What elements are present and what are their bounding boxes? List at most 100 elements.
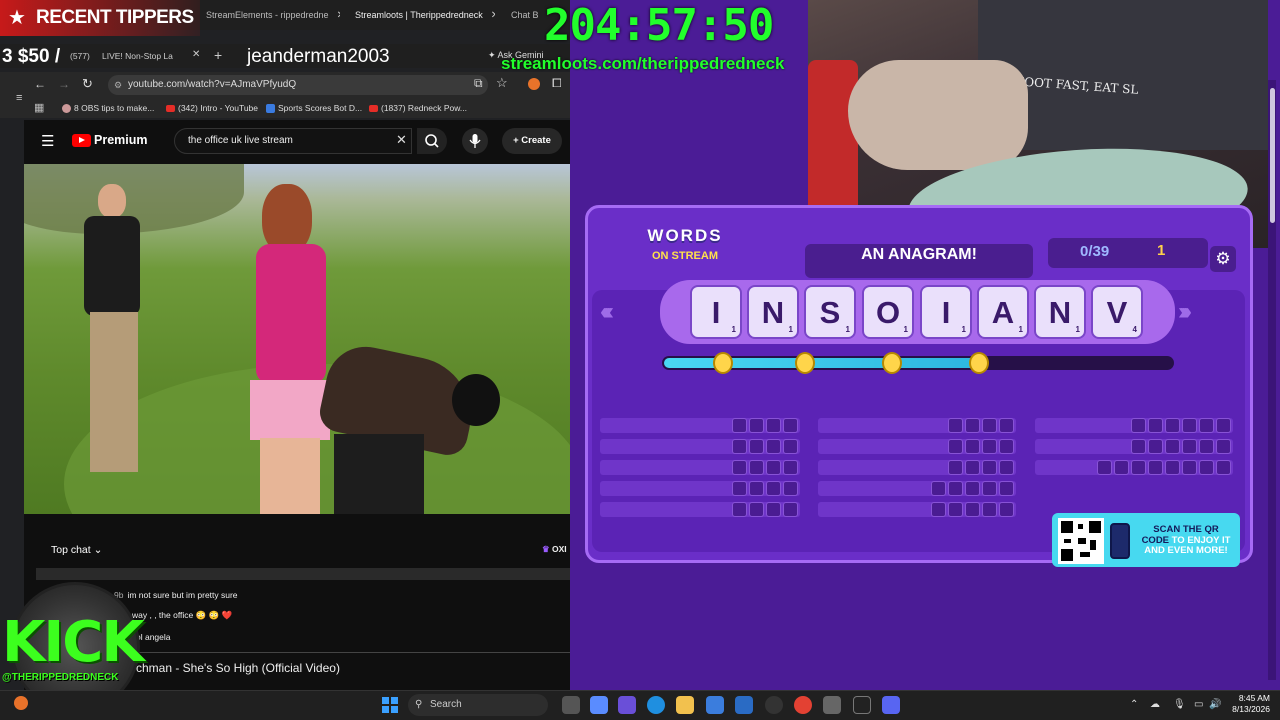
tile-points: 1: [788, 325, 793, 334]
tab-chat[interactable]: Chat B: [505, 4, 545, 26]
letter-slot: [1199, 439, 1214, 454]
edge-icon[interactable]: [647, 696, 665, 714]
youtube-header: ☰ Premium the office uk live stream ✕ + …: [24, 120, 570, 162]
bookmark-icon: [62, 103, 71, 113]
reload-icon[interactable]: ↻: [82, 76, 93, 92]
microphone-icon[interactable]: 🎙: [1173, 699, 1186, 710]
obs-icon[interactable]: [765, 696, 783, 714]
tab-streamelements[interactable]: StreamElements - rippedredne ✕: [200, 4, 340, 26]
close-icon[interactable]: ✕: [491, 10, 495, 21]
letter-slot: [783, 502, 798, 517]
youtube-play-icon: [72, 133, 91, 147]
letter-slot: [931, 481, 946, 496]
letter-slot: [1182, 460, 1197, 475]
tip-amount: 3 $50 /: [2, 46, 61, 67]
chat-message: 9b im not sure but im pretty sure: [114, 590, 238, 600]
scrollbar-thumb[interactable]: [1270, 88, 1275, 223]
create-button[interactable]: + Create: [502, 128, 562, 154]
extension-icon[interactable]: [528, 78, 540, 90]
now-playing-title[interactable]: chman - She's So High (Official Video): [136, 661, 340, 675]
tab-streamloots[interactable]: Streamloots | Therippedredneck ✕: [345, 4, 495, 26]
new-tab-icon[interactable]: +: [214, 47, 222, 63]
streamloots-url: streamloots.com/therippedredneck: [501, 54, 785, 73]
letter-slot: [982, 502, 997, 517]
letter-slot: [1148, 460, 1163, 475]
recent-tippers-title: RECENT TIPPERS: [36, 7, 194, 28]
top-chat-dropdown[interactable]: Top chat ⌄: [51, 544, 102, 556]
letter-slot: [732, 439, 747, 454]
file-explorer-icon[interactable]: [676, 696, 694, 714]
chevron-up-icon[interactable]: ⌃: [1130, 699, 1138, 710]
bookmarks-bar: ▦ 8 OBS tips to make... (342) Intro - Yo…: [0, 98, 570, 118]
close-icon[interactable]: ✕: [192, 49, 200, 60]
lock-icon: [882, 352, 902, 374]
voice-search-button[interactable]: [462, 128, 488, 154]
letter-slot: [732, 502, 747, 517]
forward-icon[interactable]: →: [58, 77, 70, 91]
teams-icon[interactable]: [618, 696, 636, 714]
store-icon[interactable]: [706, 696, 724, 714]
screen: StreamElements - rippedredne ✕ Streamloot…: [0, 0, 1280, 720]
letter-tile: O1: [862, 285, 914, 339]
close-icon[interactable]: ✕: [337, 10, 340, 21]
terminal-icon[interactable]: [853, 696, 871, 714]
letter-slot: [749, 439, 764, 454]
weather-icon[interactable]: [14, 696, 28, 710]
clear-search-icon[interactable]: ✕: [396, 132, 407, 148]
tab-live-label[interactable]: LIVE! Non-Stop La: [102, 51, 173, 61]
install-icon[interactable]: ⧉: [474, 76, 483, 91]
letter-slot: [948, 460, 963, 475]
bookmark-sports[interactable]: Sports Scores Bot D...: [266, 103, 362, 113]
taskbar-search[interactable]: ⚲ Search: [408, 694, 548, 716]
youtube-logo[interactable]: Premium: [72, 133, 148, 147]
bookmark-obs-tips[interactable]: 8 OBS tips to make...: [62, 103, 154, 113]
bookmark-redneck[interactable]: (1837) Redneck Pow...: [369, 103, 467, 113]
cloud-icon[interactable]: ☁: [1150, 699, 1160, 710]
bookmark-label: (1837) Redneck Pow...: [381, 103, 467, 113]
tile-letter: A: [991, 295, 1015, 330]
chat-text: way , , the office 😳 😳 ❤️: [132, 610, 233, 620]
app-icon[interactable]: [823, 696, 841, 714]
microphone-icon: [469, 134, 481, 148]
letter-slot: [1114, 460, 1129, 475]
member-badge-label: OXI: [552, 544, 567, 554]
bookmark-star-icon[interactable]: ☆: [496, 75, 508, 91]
chat-text: im not sure but im pretty sure: [127, 590, 238, 600]
hamburger-menu-icon[interactable]: ☰: [41, 132, 54, 150]
volume-icon[interactable]: 🔊: [1209, 699, 1221, 710]
address-bar-row: ← → ↻ ⚙ youtube.com/watch?v=AJmaVPfyudQ …: [0, 72, 570, 98]
letter-slot: [1216, 460, 1231, 475]
mail-icon[interactable]: [735, 696, 753, 714]
tab-label: Chat B: [511, 10, 539, 20]
url-field[interactable]: ⚙ youtube.com/watch?v=AJmaVPfyudQ: [108, 75, 488, 95]
bookmark-intro[interactable]: (342) Intro - YouTube: [166, 103, 258, 113]
letter-slot: [1182, 418, 1197, 433]
video-person-left: [84, 184, 144, 494]
gear-icon[interactable]: ⚙: [1210, 246, 1236, 272]
letter-slot: [1199, 418, 1214, 433]
network-icon[interactable]: ▭: [1194, 699, 1203, 710]
apps-grid-icon[interactable]: ▦: [34, 101, 44, 114]
search-button[interactable]: [417, 128, 447, 154]
task-view-icon[interactable]: [562, 696, 580, 714]
member-badge[interactable]: ♛ OXI: [542, 544, 567, 555]
search-input[interactable]: the office uk live stream: [174, 128, 412, 154]
qr-line-2: CODE: [1141, 534, 1170, 546]
taskbar-clock[interactable]: 8:45 AM 8/13/2026: [1224, 693, 1270, 715]
youtube-brand-label: Premium: [94, 133, 148, 147]
tile-points: 1: [1075, 325, 1080, 334]
video-player[interactable]: [24, 164, 570, 514]
letter-slot: [948, 481, 963, 496]
chrome-icon[interactable]: [794, 696, 812, 714]
site-info-icon[interactable]: ⚙: [114, 75, 122, 95]
windows-taskbar: [0, 690, 1280, 720]
side-menu-icon[interactable]: ≡: [16, 92, 22, 104]
kick-logo: KICK: [2, 610, 145, 675]
extensions-puzzle-icon[interactable]: ⧠: [552, 76, 562, 91]
back-icon[interactable]: ←: [34, 77, 46, 91]
discord-icon[interactable]: [882, 696, 900, 714]
copilot-icon[interactable]: [590, 696, 608, 714]
start-button[interactable]: [382, 697, 398, 713]
letter-slot: [999, 481, 1014, 496]
youtube-icon: [369, 104, 378, 112]
